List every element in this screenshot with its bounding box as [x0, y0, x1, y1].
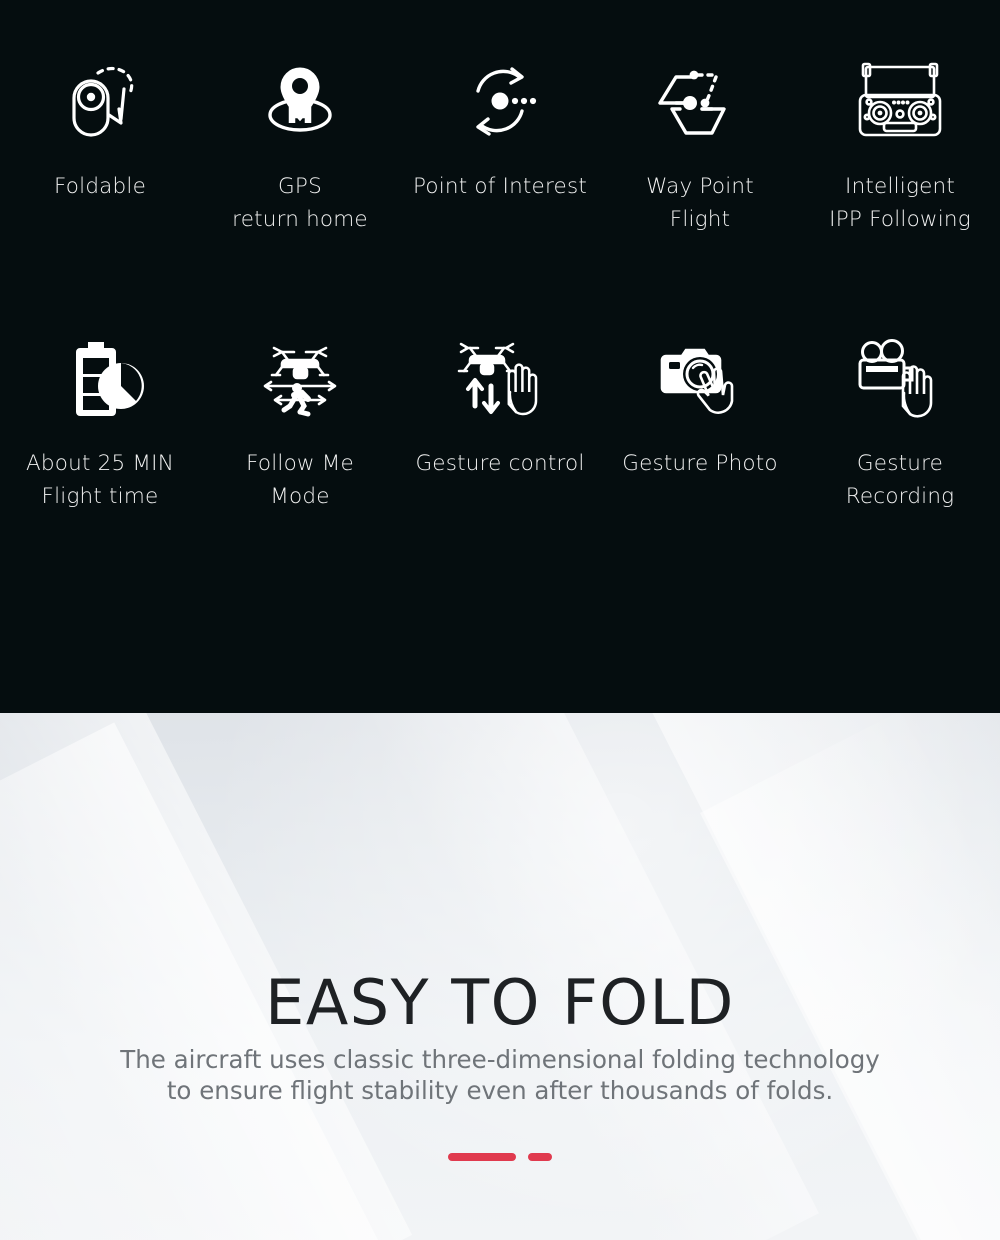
features-panel: Foldable GPS return home Point of Intere… [0, 0, 1000, 713]
carousel-pagination[interactable] [0, 1153, 1000, 1161]
feature-item-gesture-control[interactable]: Gesture control [400, 283, 600, 566]
feature-label: Gesture Photo [622, 451, 778, 476]
feature-label: Foldable [54, 174, 146, 199]
feature-item-gesture-recording[interactable]: Gesture Recording [800, 283, 1000, 566]
feature-item-way-point-flight[interactable]: Way Point Flight [600, 0, 800, 283]
feature-label: Gesture Recording [845, 451, 955, 509]
feature-item-follow-me-mode[interactable]: Follow Me Mode [200, 283, 400, 566]
promo-page: Foldable GPS return home Point of Intere… [0, 0, 1000, 1240]
feature-item-point-of-interest[interactable]: Point of Interest [400, 0, 600, 283]
battery-flight-time-icon [40, 323, 160, 433]
feature-item-intelligent-ipp-following[interactable]: Intelligent IPP Following [800, 0, 1000, 283]
easy-to-fold-panel: EASY TO FOLD The aircraft uses classic t… [0, 713, 1000, 1240]
pagination-dash-active[interactable] [448, 1153, 516, 1161]
point-of-interest-icon [440, 46, 560, 156]
feature-item-flight-time[interactable]: About 25 MIN Flight time [0, 283, 200, 566]
fold-content: EASY TO FOLD The aircraft uses classic t… [0, 713, 1000, 1240]
page-description: The aircraft uses classic three-dimensio… [120, 1044, 880, 1105]
remote-controller-icon [840, 46, 960, 156]
feature-grid: Foldable GPS return home Point of Intere… [0, 0, 1000, 566]
foldable-icon [40, 46, 160, 156]
gesture-control-icon [440, 323, 560, 433]
page-title: EASY TO FOLD [265, 965, 735, 1039]
gesture-recording-icon [840, 323, 960, 433]
gesture-photo-icon [640, 323, 760, 433]
way-point-flight-icon [640, 46, 760, 156]
feature-label: About 25 MIN Flight time [26, 451, 174, 509]
feature-label: Intelligent IPP Following [829, 174, 971, 232]
feature-label: Way Point Flight [646, 174, 754, 232]
feature-label: GPS return home [232, 174, 368, 232]
follow-me-mode-icon [240, 323, 360, 433]
pagination-dash-inactive[interactable] [528, 1153, 552, 1161]
feature-item-gps-return-home[interactable]: GPS return home [200, 0, 400, 283]
feature-label: Follow Me Mode [246, 451, 354, 509]
feature-label: Point of Interest [412, 174, 588, 199]
feature-label: Gesture control [415, 451, 585, 476]
feature-item-foldable[interactable]: Foldable [0, 0, 200, 283]
feature-item-gesture-photo[interactable]: Gesture Photo [600, 283, 800, 566]
gps-return-home-icon [240, 46, 360, 156]
